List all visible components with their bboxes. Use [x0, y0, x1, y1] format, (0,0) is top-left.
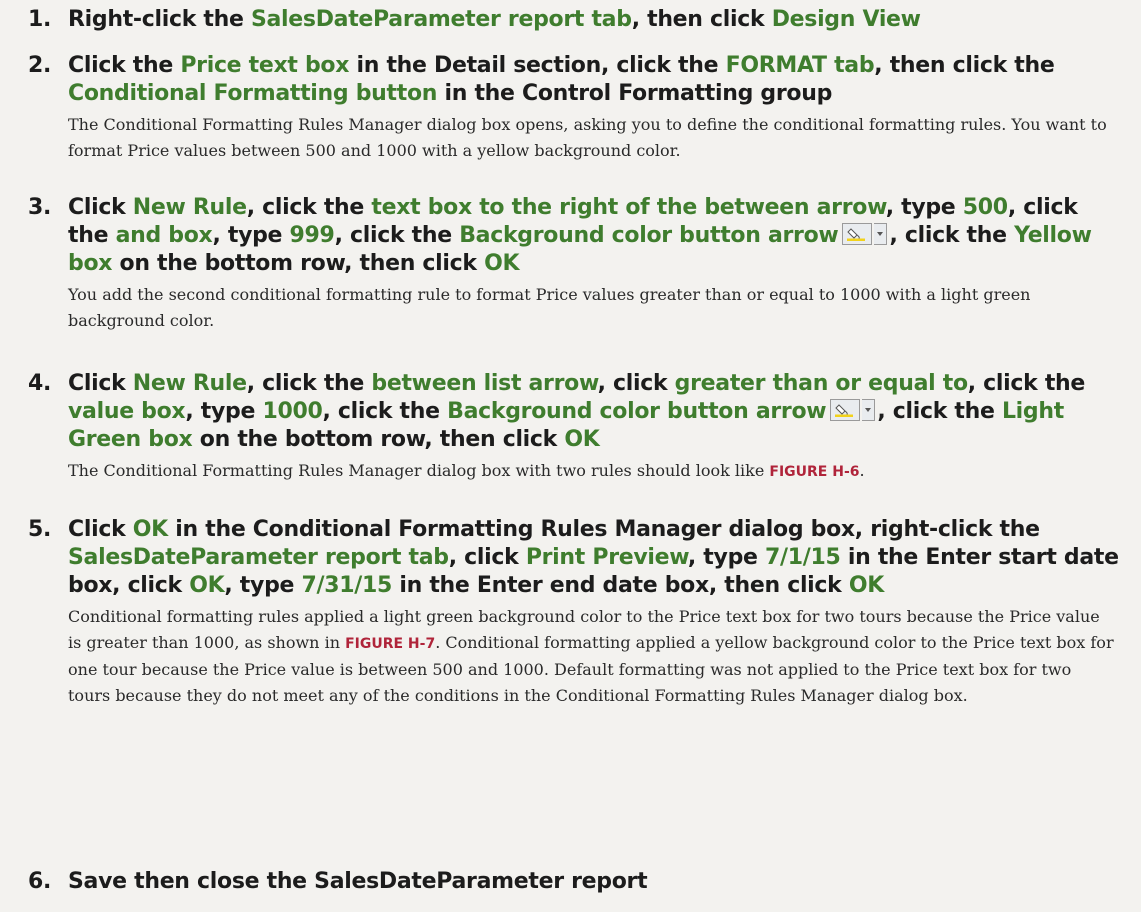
step-number: 2. — [28, 53, 52, 78]
step-3-instruction: 3. Click New Rule, click the text box to… — [0, 194, 1141, 278]
step-3: 3. Click New Rule, click the text box to… — [0, 194, 1141, 334]
ui-term: value box — [68, 399, 186, 424]
ui-term: OK — [848, 573, 885, 598]
ui-term: New Rule — [132, 371, 247, 396]
text-run: You add the second conditional formattin… — [68, 285, 1031, 330]
step-1-instruction: 1. Right-click the SalesDateParameter re… — [0, 6, 1141, 34]
text-run: , type — [687, 545, 765, 570]
text-run: in the Conditional Formatting Rules Mana… — [167, 517, 1040, 542]
ui-term: OK — [132, 517, 168, 542]
text-run: , click the — [334, 223, 460, 248]
step-number: 6. — [28, 869, 52, 894]
ui-term: 999 — [289, 223, 335, 248]
ui-term: FORMAT tab — [725, 53, 875, 78]
background-color-button-icon — [838, 223, 889, 248]
ui-term: Print Preview — [525, 545, 688, 570]
text-run: , click the — [967, 371, 1086, 396]
text-run: Click — [68, 371, 133, 396]
step-number: 1. — [28, 7, 52, 32]
ui-term: 7/31/15 — [301, 573, 393, 598]
step-6: 6. Save then close the SalesDateParamete… — [0, 868, 1141, 896]
ui-term: 1000 — [262, 399, 323, 424]
step-2-instruction: 2. Click the Price text box in the Detai… — [0, 52, 1141, 108]
text-run: in the Enter end date box, then click — [392, 573, 849, 598]
figure-reference: FIGURE H-7 — [345, 636, 436, 652]
step-3-explanation: You add the second conditional formattin… — [68, 282, 1117, 334]
background-color-button-icon — [826, 399, 877, 424]
text-run: Save then close the SalesDateParameter r… — [68, 869, 648, 894]
text-run: , click the — [246, 371, 372, 396]
text-run: , click the — [877, 399, 1002, 424]
text-run: , click the — [246, 195, 372, 220]
ui-term: OK — [189, 573, 225, 598]
step-4: 4. Click New Rule, click the between lis… — [0, 370, 1141, 485]
ui-term: between list arrow — [371, 371, 598, 396]
ui-term: New Rule — [132, 195, 247, 220]
text-run: The Conditional Formatting Rules Manager… — [68, 461, 770, 480]
step-4-explanation: The Conditional Formatting Rules Manager… — [68, 458, 1117, 485]
text-run: on the bottom row, then click — [112, 251, 485, 276]
ui-term: and box — [115, 223, 213, 248]
ui-term: SalesDateParameter report tab — [250, 7, 632, 32]
chevron-down-icon — [862, 399, 876, 421]
text-run: Click — [68, 195, 133, 220]
text-run: Click — [68, 517, 133, 542]
ui-term: Design View — [771, 7, 921, 32]
text-run: , type — [224, 573, 302, 598]
background-color-icon — [830, 399, 861, 421]
ui-term: Conditional Formatting button — [68, 81, 438, 106]
background-color-icon — [842, 223, 873, 245]
text-run: in the Control Formatting group — [437, 81, 833, 106]
text-run: in the Detail section, click the — [349, 53, 726, 78]
step-1: 1. Right-click the SalesDateParameter re… — [0, 6, 1141, 34]
text-run: , click the — [889, 223, 1015, 248]
chevron-down-icon — [874, 223, 888, 245]
step-6-instruction: 6. Save then close the SalesDateParamete… — [0, 868, 1141, 896]
text-run: , type — [885, 195, 963, 220]
text-run: , click the — [322, 399, 448, 424]
text-run: , type — [185, 399, 263, 424]
ui-term: SalesDateParameter report tab — [68, 545, 449, 570]
figure-reference: FIGURE H-6 — [769, 464, 860, 480]
ui-term: OK — [484, 251, 520, 276]
step-number: 5. — [28, 517, 52, 542]
text-run: . — [859, 461, 865, 480]
step-5: 5. Click OK in the Conditional Formattin… — [0, 516, 1141, 709]
text-run: Click the — [68, 53, 181, 78]
text-run: The Conditional Formatting Rules Manager… — [68, 115, 1107, 160]
ui-term: text box to the right of the between arr… — [371, 195, 886, 220]
ui-term: Price text box — [180, 53, 350, 78]
step-5-explanation: Conditional formatting rules applied a l… — [68, 604, 1117, 709]
text-run: on the bottom row, then click — [192, 427, 565, 452]
ui-term: 7/1/15 — [765, 545, 841, 570]
text-run: , then click the — [874, 53, 1055, 78]
text-run: , then click — [631, 7, 772, 32]
step-2: 2. Click the Price text box in the Detai… — [0, 52, 1141, 164]
ui-term: OK — [564, 427, 600, 452]
ui-term: greater than or equal to — [674, 371, 968, 396]
ui-term: Background color button arrow — [447, 399, 827, 424]
step-number: 3. — [28, 195, 52, 220]
step-number: 4. — [28, 371, 52, 396]
step-4-instruction: 4. Click New Rule, click the between lis… — [0, 370, 1141, 454]
ui-term: 500 — [962, 195, 1008, 220]
text-run: , type — [212, 223, 290, 248]
step-2-explanation: The Conditional Formatting Rules Manager… — [68, 112, 1117, 164]
ui-term: Background color button arrow — [459, 223, 839, 248]
text-run: , click — [448, 545, 526, 570]
step-5-instruction: 5. Click OK in the Conditional Formattin… — [0, 516, 1141, 600]
text-run: Right-click the — [68, 7, 251, 32]
textbook-page: 1. Right-click the SalesDateParameter re… — [0, 0, 1141, 912]
text-run: , click — [597, 371, 675, 396]
